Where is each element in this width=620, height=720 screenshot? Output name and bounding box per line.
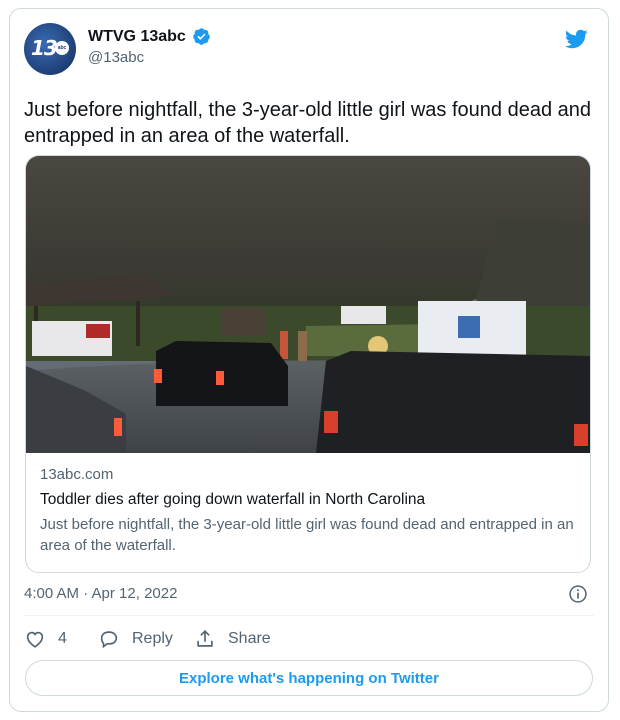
article-photo[interactable] <box>26 156 591 453</box>
avatar-logo-badge: abc <box>55 41 69 55</box>
link-description: Just before nightfall, the 3-year-old li… <box>40 516 574 554</box>
link-domain: 13abc.com <box>40 466 114 483</box>
tweet-timestamp[interactable]: 4:00 AM · Apr 12, 2022 <box>24 585 177 602</box>
author-handle[interactable]: @13abc <box>88 49 211 66</box>
reply-button[interactable]: Reply <box>98 627 173 651</box>
explore-twitter-button[interactable]: Explore what's happening on Twitter <box>25 660 593 696</box>
avatar-logo-text: 13 <box>31 36 58 60</box>
heart-icon <box>26 631 44 648</box>
tweet-text: Just before nightfall, the 3-year-old li… <box>24 99 592 147</box>
share-icon <box>197 630 213 647</box>
link-title[interactable]: Toddler dies after going down waterfall … <box>40 491 576 509</box>
divider <box>24 615 594 616</box>
author-display-name[interactable]: WTVG 13abc <box>88 28 186 46</box>
like-count: 4 <box>58 630 67 647</box>
verified-badge-icon <box>193 28 211 45</box>
reply-label: Reply <box>132 630 173 647</box>
author-name-block[interactable]: WTVG 13abc @13abc <box>88 27 211 66</box>
twitter-bird-icon[interactable] <box>562 27 590 51</box>
tweet-embed-card: 13 abc WTVG 13abc @13abc Just before nig… <box>9 8 609 712</box>
share-label: Share <box>228 630 271 647</box>
link-preview-meta: 13abc.com Toddler dies after going down … <box>40 466 576 556</box>
reply-bubble-icon <box>100 631 118 649</box>
link-preview-card[interactable]: 13abc.com Toddler dies after going down … <box>25 155 591 573</box>
tweet-actions: 4 Reply Share <box>24 627 424 651</box>
tweet-header: 13 abc WTVG 13abc @13abc <box>24 23 594 79</box>
like-button[interactable]: 4 <box>24 627 67 651</box>
share-button[interactable]: Share <box>194 627 271 651</box>
info-icon[interactable] <box>568 584 588 604</box>
avatar[interactable]: 13 abc <box>24 23 76 75</box>
